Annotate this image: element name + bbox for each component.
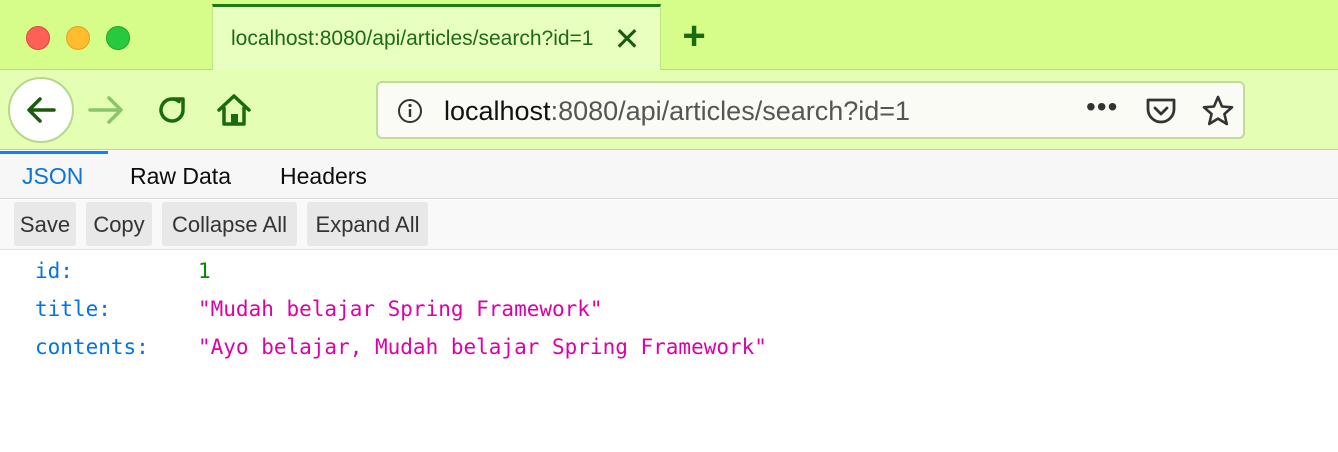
tab-json[interactable]: JSON bbox=[0, 151, 108, 199]
window-minimize-button[interactable] bbox=[66, 26, 90, 50]
collapse-all-button[interactable]: Collapse All bbox=[162, 202, 297, 246]
info-icon[interactable] bbox=[396, 97, 424, 125]
back-button[interactable] bbox=[8, 77, 74, 143]
json-key: title: bbox=[35, 297, 111, 321]
window-close-button[interactable] bbox=[26, 26, 50, 50]
home-icon[interactable] bbox=[214, 90, 254, 130]
reload-icon[interactable] bbox=[152, 90, 192, 130]
tab-headers[interactable]: Headers bbox=[258, 151, 398, 199]
json-row[interactable]: contents: "Ayo belajar, Mudah belajar Sp… bbox=[0, 327, 1338, 365]
viewer-tabs: JSON Raw Data Headers bbox=[0, 151, 1338, 199]
url-text[interactable]: localhost:8080/api/articles/search?id=1 bbox=[444, 96, 910, 127]
json-row[interactable]: title: "Mudah belajar Spring Framework" bbox=[0, 289, 1338, 327]
save-button[interactable]: Save bbox=[14, 202, 76, 246]
arrow-right-icon[interactable] bbox=[86, 92, 126, 128]
navigation-toolbar: localhost:8080/api/articles/search?id=1 … bbox=[0, 70, 1338, 150]
json-key: contents: bbox=[35, 335, 149, 359]
expand-all-button[interactable]: Expand All bbox=[307, 202, 428, 246]
json-content: id: 1 title: "Mudah belajar Spring Frame… bbox=[0, 251, 1338, 452]
pocket-icon[interactable] bbox=[1144, 95, 1178, 127]
browser-tab[interactable]: localhost:8080/api/articles/search?id=1 … bbox=[212, 4, 661, 70]
json-value: "Mudah belajar Spring Framework" bbox=[198, 297, 603, 321]
json-row[interactable]: id: 1 bbox=[0, 251, 1338, 289]
close-icon[interactable]: ✕ bbox=[609, 21, 645, 57]
json-value: "Ayo belajar, Mudah belajar Spring Frame… bbox=[198, 335, 767, 359]
window-zoom-button[interactable] bbox=[106, 26, 130, 50]
tab-strip: localhost:8080/api/articles/search?id=1 … bbox=[0, 0, 1338, 70]
address-bar[interactable]: localhost:8080/api/articles/search?id=1 … bbox=[376, 81, 1245, 139]
more-icon[interactable]: ••• bbox=[1086, 93, 1126, 125]
star-icon[interactable] bbox=[1200, 93, 1236, 129]
plus-icon[interactable]: + bbox=[672, 16, 716, 60]
json-key: id: bbox=[35, 259, 73, 283]
json-value: 1 bbox=[198, 259, 211, 283]
url-host: localhost bbox=[444, 96, 551, 126]
copy-button[interactable]: Copy bbox=[86, 202, 152, 246]
tab-title: localhost:8080/api/articles/search?id=1 bbox=[231, 27, 594, 50]
tab-raw-data[interactable]: Raw Data bbox=[108, 151, 258, 199]
url-path: :8080/api/articles/search?id=1 bbox=[550, 96, 911, 126]
viewer-toolbar: Save Copy Collapse All Expand All bbox=[0, 200, 1338, 250]
arrow-left-icon bbox=[27, 97, 56, 123]
